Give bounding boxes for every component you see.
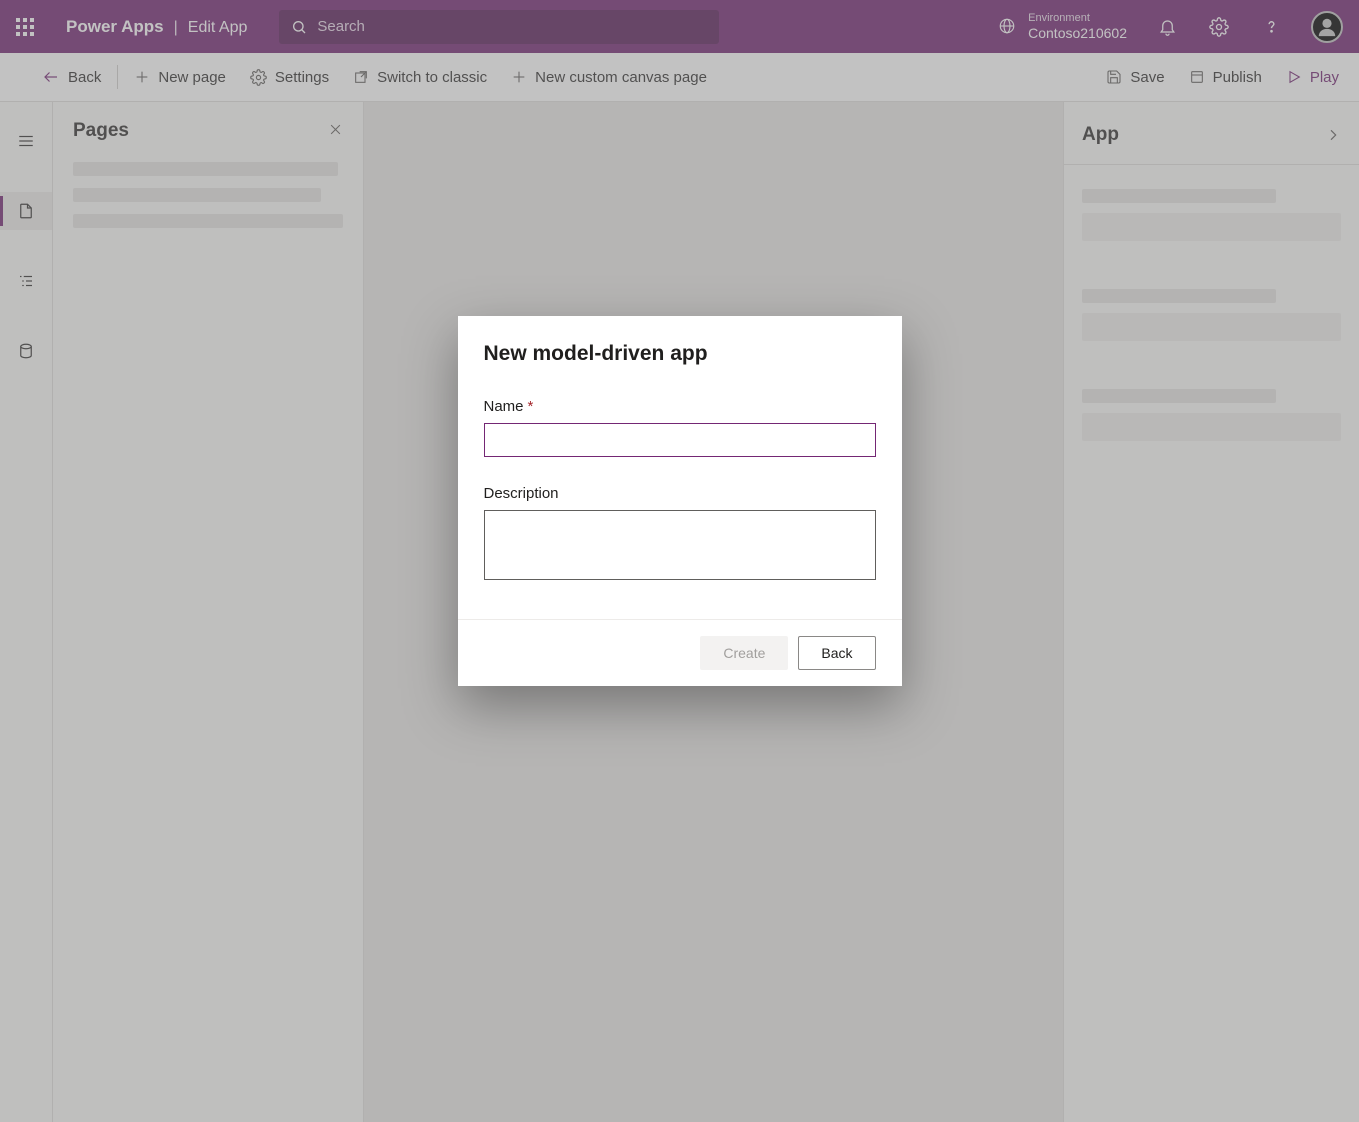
name-label: Name <box>484 398 524 415</box>
modal-title: New model-driven app <box>484 342 876 366</box>
description-input[interactable] <box>484 510 876 580</box>
modal-back-button[interactable]: Back <box>798 636 875 670</box>
create-button[interactable]: Create <box>700 636 788 670</box>
required-indicator: * <box>528 398 534 415</box>
description-label: Description <box>484 485 559 502</box>
new-app-modal: New model-driven app Name * Description … <box>458 316 902 686</box>
create-label: Create <box>723 645 765 661</box>
modal-back-label: Back <box>821 645 852 661</box>
modal-overlay: New model-driven app Name * Description … <box>0 0 1359 1122</box>
name-input[interactable] <box>484 423 876 457</box>
